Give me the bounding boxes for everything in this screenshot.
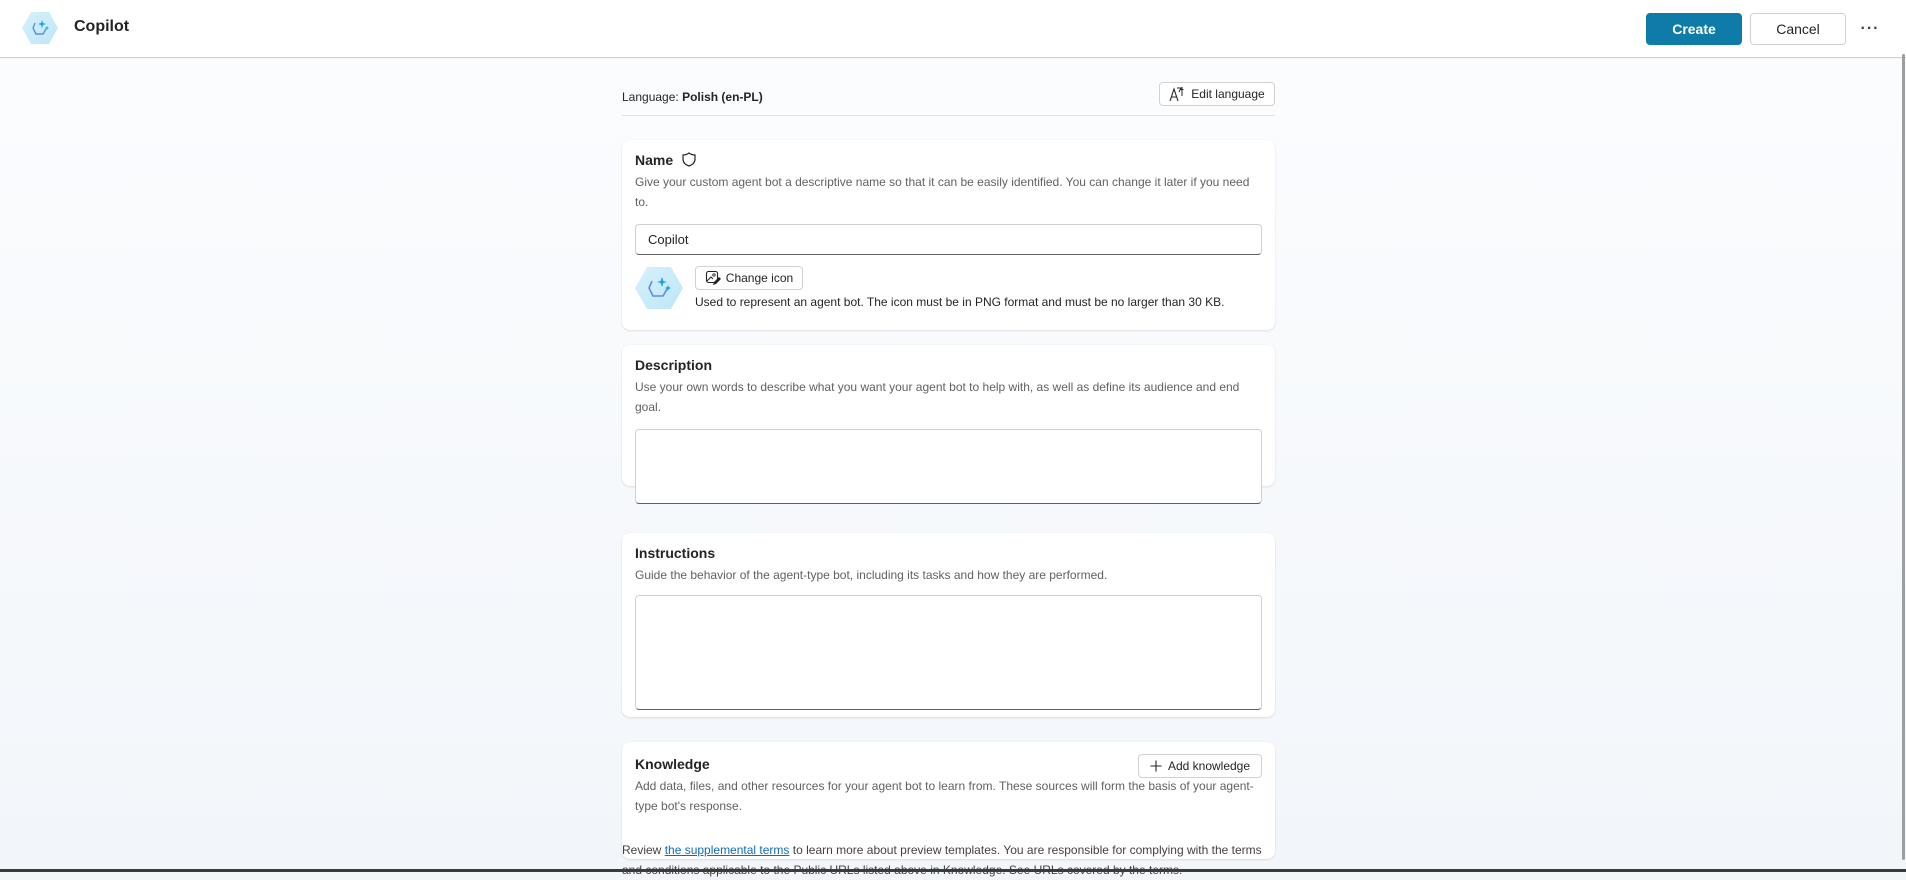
- description-input[interactable]: [635, 429, 1262, 504]
- image-edit-icon: [705, 270, 721, 285]
- language-row: Language: Polish (en-PL) Edit language: [622, 82, 1275, 116]
- bot-icon-preview: [635, 267, 683, 309]
- cancel-button[interactable]: Cancel: [1750, 13, 1846, 45]
- more-horizontal-icon: ···: [1860, 20, 1880, 37]
- description-help: Use your own words to describe what you …: [635, 380, 1240, 414]
- icon-help-text: Used to represent an agent bot. The icon…: [695, 295, 1225, 309]
- shield-icon: [682, 152, 696, 167]
- name-card: Name Give your custom agent bot a descri…: [622, 140, 1275, 330]
- create-button[interactable]: Create: [1646, 13, 1742, 45]
- supplemental-terms-link[interactable]: the supplemental terms: [665, 843, 790, 857]
- description-title: Description: [635, 357, 713, 373]
- name-title: Name: [635, 152, 674, 168]
- supplemental-terms-note: Review the supplemental terms to learn m…: [622, 840, 1275, 880]
- vertical-scrollbar[interactable]: [1902, 54, 1905, 860]
- top-bar: Copilot Create Cancel ···: [0, 0, 1906, 58]
- name-description: Give your custom agent bot a descriptive…: [635, 175, 1250, 209]
- language-prefix: Language:: [622, 90, 683, 104]
- edit-language-label: Edit language: [1191, 87, 1265, 101]
- copilot-agent-icon: [22, 12, 58, 44]
- language-label: Language: Polish (en-PL): [622, 90, 763, 104]
- change-icon-label: Change icon: [725, 271, 794, 285]
- add-knowledge-button[interactable]: Add knowledge: [1138, 754, 1262, 778]
- instructions-help: Guide the behavior of the agent-type bot…: [635, 568, 1108, 582]
- add-knowledge-label: Add knowledge: [1167, 759, 1251, 773]
- name-input[interactable]: [635, 224, 1262, 255]
- app-title: Copilot: [74, 18, 130, 35]
- knowledge-title: Knowledge: [635, 756, 710, 772]
- description-card: Description Use your own words to descri…: [622, 345, 1275, 504]
- plus-icon: [1150, 760, 1162, 772]
- instructions-card: Instructions Guide the behavior of the a…: [622, 533, 1275, 717]
- footer-prefix: Review: [622, 843, 665, 857]
- more-options-button[interactable]: ···: [1856, 13, 1884, 45]
- knowledge-help: Add data, files, and other resources for…: [635, 779, 1254, 813]
- edit-language-button[interactable]: Edit language: [1159, 82, 1275, 106]
- instructions-title: Instructions: [635, 545, 716, 561]
- change-icon-button[interactable]: Change icon: [695, 266, 803, 290]
- language-value: Polish (en-PL): [682, 90, 763, 104]
- instructions-input[interactable]: [635, 595, 1262, 710]
- translate-icon: [1169, 87, 1184, 102]
